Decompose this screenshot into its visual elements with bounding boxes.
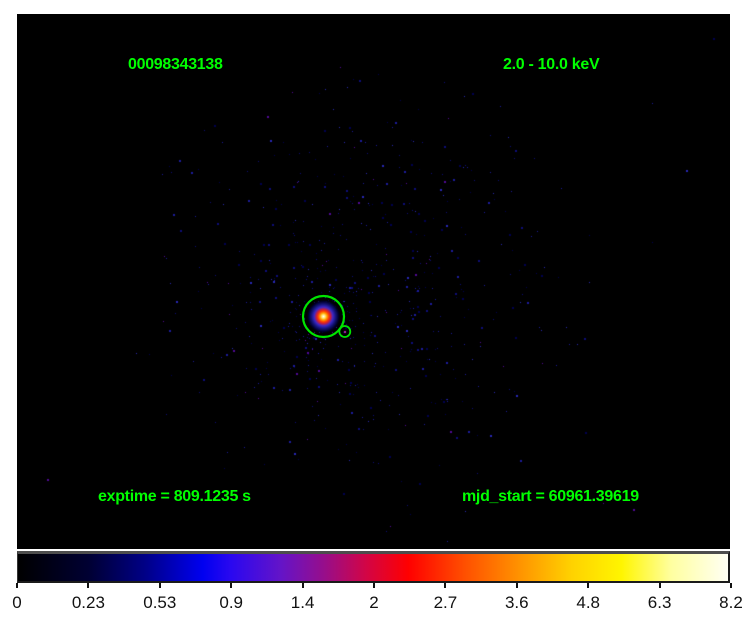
xray-image-panel: 00098343138 2.0 - 10.0 keV exptime = 809… [17,14,730,549]
obs-id-label: 00098343138 [128,57,223,73]
colorbar-tick-label: 8.2 [696,593,751,613]
exptime-label: exptime = 809.1235 s [98,489,251,505]
colorbar: 00.230.530.91.422.73.64.86.38.2 [17,551,731,631]
colorbar-tick [230,583,232,588]
mjd-start-label: mjd_start = 60961.39619 [462,489,639,505]
colorbar-tick-label: 2 [339,593,409,613]
colorbar-tick-label: 0.53 [125,593,195,613]
colorbar-tick-label: 0.9 [196,593,266,613]
colorbar-tick [444,583,446,588]
colorbar-tick-label: 4.8 [553,593,623,613]
colorbar-tick-label: 3.6 [482,593,552,613]
colorbar-tick [373,583,375,588]
secondary-region-circle [339,326,350,337]
colorbar-tick [587,583,589,588]
colorbar-tick-label: 1.4 [268,593,338,613]
xray-quicklook-page: 00098343138 2.0 - 10.0 keV exptime = 809… [0,0,751,635]
colorbar-tick [16,583,18,588]
colorbar-gradient [17,551,730,583]
colorbar-tick [159,583,161,588]
region-overlay [17,14,730,549]
colorbar-tick [659,583,661,588]
colorbar-tick [87,583,89,588]
colorbar-tick-label: 0 [0,593,52,613]
colorbar-tick [516,583,518,588]
colorbar-tick [730,583,732,588]
colorbar-tick-label: 6.3 [625,593,695,613]
colorbar-tick-label: 2.7 [410,593,480,613]
energy-band-label: 2.0 - 10.0 keV [503,57,599,73]
colorbar-tick-label: 0.23 [53,593,123,613]
source-region-circle [303,296,344,337]
colorbar-tick [302,583,304,588]
